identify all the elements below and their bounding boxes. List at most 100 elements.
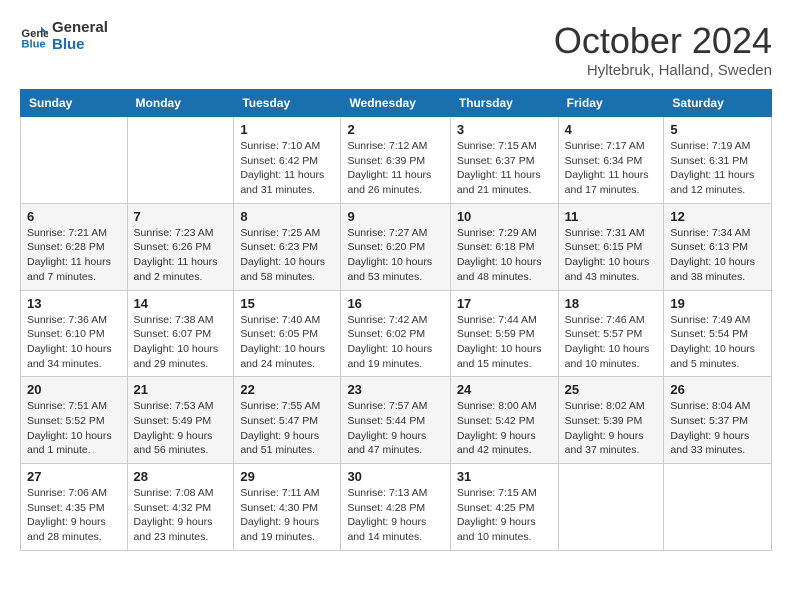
day-number: 4 [565, 122, 658, 137]
day-number: 30 [347, 469, 443, 484]
day-number: 11 [565, 209, 658, 224]
calendar-cell: 27 Sunrise: 7:06 AMSunset: 4:35 PMDayligh… [21, 464, 128, 551]
week-row-5: 27 Sunrise: 7:06 AMSunset: 4:35 PMDayligh… [21, 464, 772, 551]
day-info: Sunrise: 7:40 AMSunset: 6:05 PMDaylight:… [240, 313, 334, 372]
calendar-header-row: SundayMondayTuesdayWednesdayThursdayFrid… [21, 90, 772, 117]
day-info: Sunrise: 7:38 AMSunset: 6:07 PMDaylight:… [134, 313, 228, 372]
calendar-cell: 31 Sunrise: 7:15 AMSunset: 4:25 PMDayligh… [450, 464, 558, 551]
day-number: 7 [134, 209, 228, 224]
day-info: Sunrise: 7:25 AMSunset: 6:23 PMDaylight:… [240, 226, 334, 285]
logo-line1: General [52, 20, 108, 37]
calendar-cell: 26 Sunrise: 8:04 AMSunset: 5:37 PMDayligh… [664, 377, 772, 464]
calendar-cell: 8 Sunrise: 7:25 AMSunset: 6:23 PMDaylight… [234, 203, 341, 290]
calendar-cell [21, 117, 128, 204]
calendar-cell: 25 Sunrise: 8:02 AMSunset: 5:39 PMDayligh… [558, 377, 664, 464]
calendar-cell: 4Sunrise: 7:17 AMSunset: 6:34 PMDaylight… [558, 117, 664, 204]
day-number: 12 [670, 209, 765, 224]
column-header-thursday: Thursday [450, 90, 558, 117]
day-info: Sunrise: 7:53 AMSunset: 5:49 PMDaylight:… [134, 399, 228, 458]
day-info: Sunrise: 7:06 AMSunset: 4:35 PMDaylight:… [27, 486, 121, 545]
calendar-cell: 10 Sunrise: 7:29 AMSunset: 6:18 PMDayligh… [450, 203, 558, 290]
column-header-saturday: Saturday [664, 90, 772, 117]
day-number: 14 [134, 296, 228, 311]
calendar-cell: 21 Sunrise: 7:53 AMSunset: 5:49 PMDayligh… [127, 377, 234, 464]
day-info: Sunrise: 7:49 AMSunset: 5:54 PMDaylight:… [670, 313, 765, 372]
day-number: 16 [347, 296, 443, 311]
day-number: 24 [457, 382, 552, 397]
calendar-cell: 12Sunrise: 7:34 AMSunset: 6:13 PMDayligh… [664, 203, 772, 290]
calendar-cell: 14 Sunrise: 7:38 AMSunset: 6:07 PMDayligh… [127, 290, 234, 377]
day-info: Sunrise: 7:57 AMSunset: 5:44 PMDaylight:… [347, 399, 443, 458]
page-header: General Blue General Blue October 2024 H… [20, 20, 772, 79]
day-number: 21 [134, 382, 228, 397]
day-number: 29 [240, 469, 334, 484]
day-info: Sunrise: 7:44 AMSunset: 5:59 PMDaylight:… [457, 313, 552, 372]
day-info: Sunrise: 7:08 AMSunset: 4:32 PMDaylight:… [134, 486, 228, 545]
day-info: Sunrise: 7:27 AMSunset: 6:20 PMDaylight:… [347, 226, 443, 285]
day-number: 3 [457, 122, 552, 137]
day-info: Sunrise: 7:51 AMSunset: 5:52 PMDaylight:… [27, 399, 121, 458]
day-info: Sunrise: 7:12 AMSunset: 6:39 PMDaylight:… [347, 139, 443, 198]
day-number: 17 [457, 296, 552, 311]
column-header-friday: Friday [558, 90, 664, 117]
calendar-cell: 16 Sunrise: 7:42 AMSunset: 6:02 PMDayligh… [341, 290, 450, 377]
day-info: Sunrise: 7:23 AMSunset: 6:26 PMDaylight:… [134, 226, 228, 285]
calendar-subtitle: Hyltebruk, Halland, Sweden [554, 62, 772, 79]
day-number: 26 [670, 382, 765, 397]
calendar-cell: 24Sunrise: 8:00 AMSunset: 5:42 PMDayligh… [450, 377, 558, 464]
calendar-cell: 17 Sunrise: 7:44 AMSunset: 5:59 PMDayligh… [450, 290, 558, 377]
week-row-2: 6 Sunrise: 7:21 AMSunset: 6:28 PMDaylight… [21, 203, 772, 290]
day-number: 25 [565, 382, 658, 397]
day-number: 6 [27, 209, 121, 224]
day-number: 22 [240, 382, 334, 397]
day-info: Sunrise: 7:10 AMSunset: 6:42 PMDaylight:… [240, 139, 334, 198]
day-info: Sunrise: 7:19 AMSunset: 6:31 PMDaylight:… [670, 139, 765, 198]
day-info: Sunrise: 7:11 AMSunset: 4:30 PMDaylight:… [240, 486, 334, 545]
day-info: Sunrise: 7:15 AMSunset: 4:25 PMDaylight:… [457, 486, 552, 545]
logo-line2: Blue [52, 37, 108, 54]
day-number: 20 [27, 382, 121, 397]
week-row-4: 20 Sunrise: 7:51 AMSunset: 5:52 PMDayligh… [21, 377, 772, 464]
calendar-cell: 18 Sunrise: 7:46 AMSunset: 5:57 PMDayligh… [558, 290, 664, 377]
day-number: 15 [240, 296, 334, 311]
calendar-cell: 1 Sunrise: 7:10 AMSunset: 6:42 PMDaylight… [234, 117, 341, 204]
calendar-cell: 13Sunrise: 7:36 AMSunset: 6:10 PMDayligh… [21, 290, 128, 377]
day-info: Sunrise: 7:36 AMSunset: 6:10 PMDaylight:… [27, 313, 121, 372]
calendar-cell: 9 Sunrise: 7:27 AMSunset: 6:20 PMDaylight… [341, 203, 450, 290]
calendar-cell: 22 Sunrise: 7:55 AMSunset: 5:47 PMDayligh… [234, 377, 341, 464]
day-number: 27 [27, 469, 121, 484]
day-info: Sunrise: 7:55 AMSunset: 5:47 PMDaylight:… [240, 399, 334, 458]
column-header-monday: Monday [127, 90, 234, 117]
column-header-sunday: Sunday [21, 90, 128, 117]
day-info: Sunrise: 7:15 AMSunset: 6:37 PMDaylight:… [457, 139, 552, 198]
day-number: 9 [347, 209, 443, 224]
calendar-title: October 2024 [554, 20, 772, 62]
day-number: 28 [134, 469, 228, 484]
day-info: Sunrise: 7:42 AMSunset: 6:02 PMDaylight:… [347, 313, 443, 372]
week-row-1: 1 Sunrise: 7:10 AMSunset: 6:42 PMDaylight… [21, 117, 772, 204]
day-number: 18 [565, 296, 658, 311]
day-info: Sunrise: 7:21 AMSunset: 6:28 PMDaylight:… [27, 226, 121, 285]
day-number: 19 [670, 296, 765, 311]
day-info: Sunrise: 8:04 AMSunset: 5:37 PMDaylight:… [670, 399, 765, 458]
day-info: Sunrise: 8:02 AMSunset: 5:39 PMDaylight:… [565, 399, 658, 458]
calendar-cell: 30 Sunrise: 7:13 AMSunset: 4:28 PMDayligh… [341, 464, 450, 551]
calendar-cell [127, 117, 234, 204]
day-number: 2 [347, 122, 443, 137]
calendar-cell: 29 Sunrise: 7:11 AMSunset: 4:30 PMDayligh… [234, 464, 341, 551]
day-info: Sunrise: 7:29 AMSunset: 6:18 PMDaylight:… [457, 226, 552, 285]
title-block: October 2024 Hyltebruk, Halland, Sweden [554, 20, 772, 79]
column-header-wednesday: Wednesday [341, 90, 450, 117]
day-number: 8 [240, 209, 334, 224]
day-info: Sunrise: 7:46 AMSunset: 5:57 PMDaylight:… [565, 313, 658, 372]
day-info: Sunrise: 7:13 AMSunset: 4:28 PMDaylight:… [347, 486, 443, 545]
day-number: 31 [457, 469, 552, 484]
calendar-cell: 28 Sunrise: 7:08 AMSunset: 4:32 PMDayligh… [127, 464, 234, 551]
calendar-cell: 6 Sunrise: 7:21 AMSunset: 6:28 PMDaylight… [21, 203, 128, 290]
logo: General Blue General Blue [20, 20, 108, 53]
svg-text:Blue: Blue [21, 38, 45, 50]
day-info: Sunrise: 7:31 AMSunset: 6:15 PMDaylight:… [565, 226, 658, 285]
day-number: 10 [457, 209, 552, 224]
day-number: 1 [240, 122, 334, 137]
calendar-cell: 7 Sunrise: 7:23 AMSunset: 6:26 PMDaylight… [127, 203, 234, 290]
